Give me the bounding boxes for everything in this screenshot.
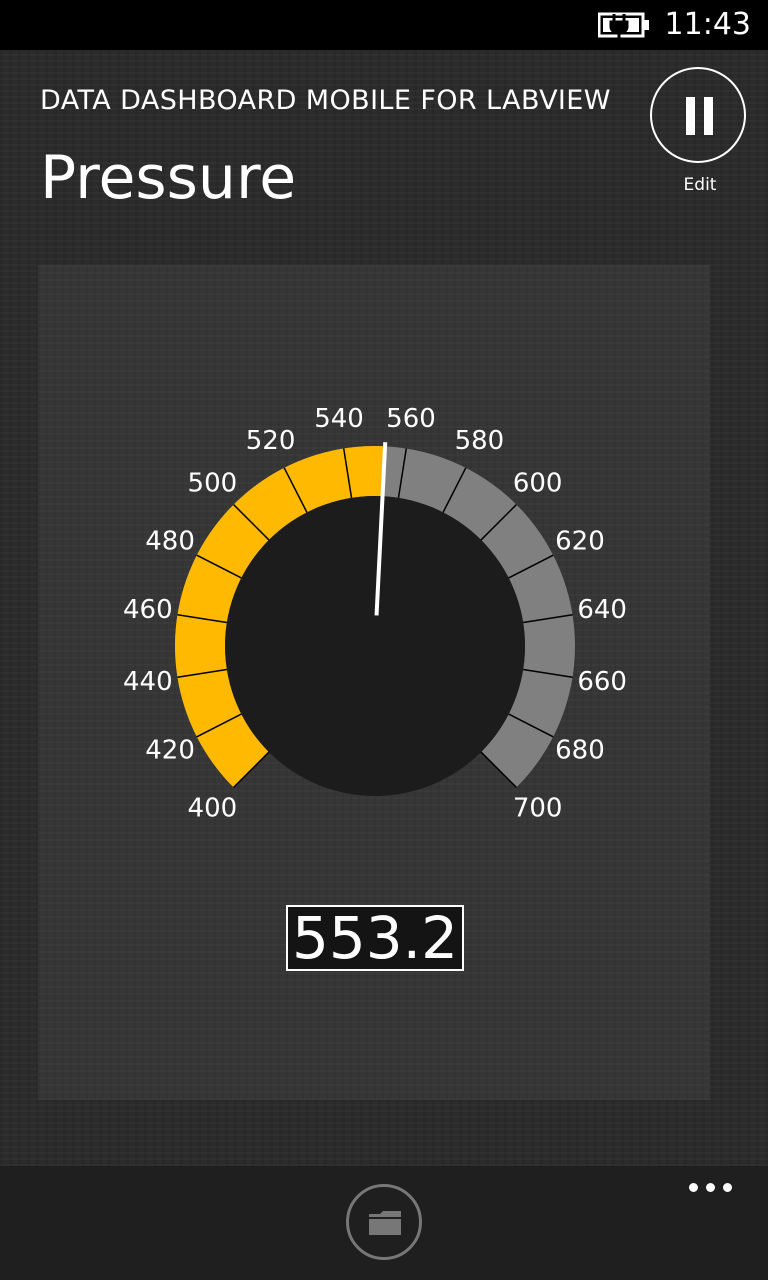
more-dot — [689, 1183, 698, 1192]
pause-icon — [686, 97, 695, 135]
gauge-tick-label: 660 — [577, 667, 627, 697]
gauge-tick-label: 680 — [555, 735, 605, 765]
gauge-tick-label: 640 — [577, 595, 627, 625]
folder-button[interactable] — [346, 1184, 422, 1260]
gauge-tick-label: 400 — [188, 794, 238, 824]
gauge-tick-label: 540 — [314, 404, 364, 434]
gauge-tick-label: 420 — [145, 735, 195, 765]
gauge-tick-label: 700 — [513, 794, 563, 824]
battery-charging-icon — [598, 12, 649, 38]
gauge-tick-label: 520 — [246, 426, 296, 456]
screen: 11:43 DATA DASHBOARD MOBILE FOR LABVIEW … — [0, 0, 768, 1280]
pause-icon-bar — [704, 97, 713, 135]
gauge-tick-label: 560 — [386, 404, 436, 434]
gauge-value-display: 553.2 — [286, 905, 464, 971]
page-title: Pressure — [40, 143, 297, 213]
status-bar: 11:43 — [0, 0, 768, 50]
gauge-tick-label: 580 — [455, 426, 505, 456]
app-bar — [0, 1166, 768, 1280]
more-ellipsis-icon[interactable] — [686, 1180, 734, 1194]
gauge-panel: 400 420 440 460 480 500 520 540 560 580 600 620 640 6… — [38, 265, 710, 1100]
edit-label: Edit — [683, 175, 717, 195]
gauge-tick-label: 480 — [145, 527, 195, 557]
gauge-tick-label: 460 — [123, 595, 173, 625]
gauge-tick-label: 500 — [188, 468, 238, 498]
folder-icon — [369, 1211, 401, 1235]
gauge-tick-label: 600 — [513, 468, 563, 498]
gauge-tick-label: 620 — [555, 527, 605, 557]
gauge-face — [225, 496, 525, 796]
pressure-gauge: 400 420 440 460 480 500 520 540 560 580 600 620 640 6… — [123, 404, 627, 824]
more-dot — [723, 1183, 732, 1192]
more-dot — [706, 1183, 715, 1192]
clock: 11:43 — [664, 7, 751, 42]
app-area: DATA DASHBOARD MOBILE FOR LABVIEW Pressu… — [0, 50, 768, 1166]
gauge-tick-label: 440 — [123, 667, 173, 697]
pause-button[interactable] — [650, 67, 746, 163]
app-title: DATA DASHBOARD MOBILE FOR LABVIEW — [40, 85, 611, 116]
